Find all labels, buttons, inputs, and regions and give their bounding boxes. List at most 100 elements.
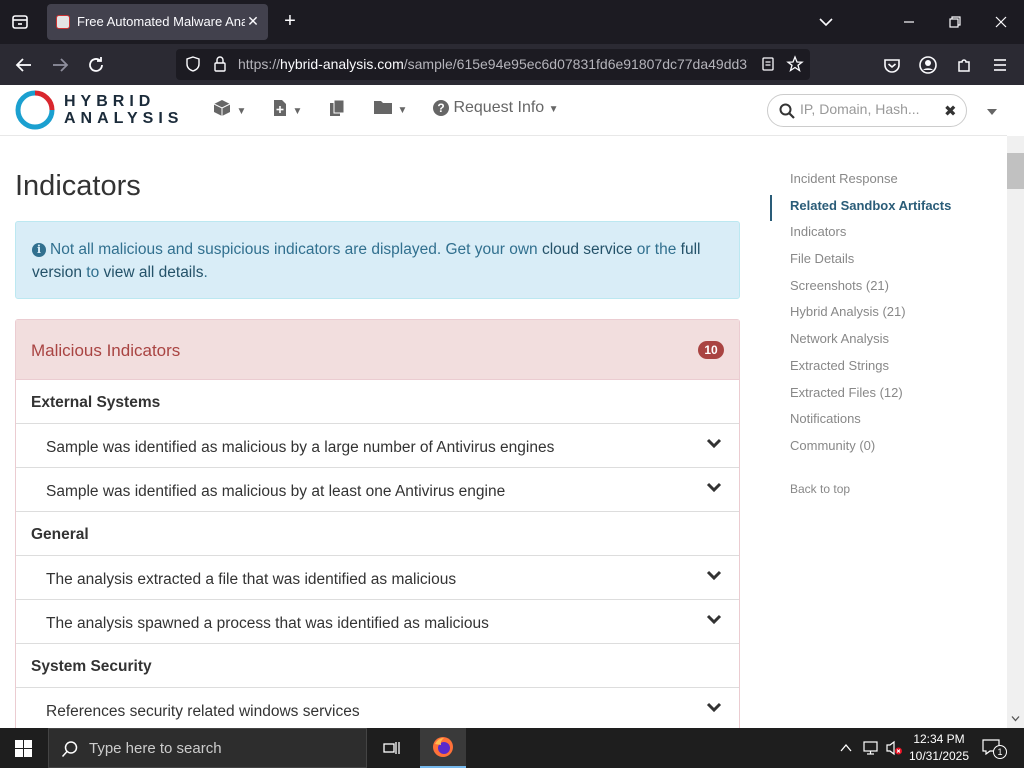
browser-tab-bar: Free Automated Malware Analy ✕ + bbox=[0, 0, 1024, 44]
hybrid-analysis-logo-icon[interactable] bbox=[15, 90, 55, 130]
firefox-icon bbox=[433, 737, 453, 757]
scroll-down-icon[interactable] bbox=[1011, 714, 1020, 723]
indicator-row[interactable]: The analysis spawned a process that was … bbox=[16, 600, 739, 644]
chevron-down-icon[interactable] bbox=[706, 435, 722, 451]
submit-file-menu[interactable]: ▼ bbox=[272, 99, 302, 119]
copy-report-button[interactable] bbox=[329, 99, 345, 119]
browser-tab-active[interactable]: Free Automated Malware Analy ✕ bbox=[47, 4, 268, 40]
lock-icon[interactable] bbox=[212, 55, 228, 73]
star-icon[interactable] bbox=[786, 55, 804, 73]
section-nav-item[interactable]: Community (0) bbox=[770, 435, 970, 462]
search-icon bbox=[779, 103, 795, 119]
section-nav-item[interactable]: Hybrid Analysis (21) bbox=[770, 301, 970, 328]
indicator-row[interactable]: Sample was identified as malicious by a … bbox=[16, 424, 739, 468]
taskbar-search-box[interactable]: Type here to search bbox=[48, 728, 367, 768]
logo-wordmark[interactable]: HYBRID ANALYSIS bbox=[64, 93, 183, 127]
request-info-menu[interactable]: ? Request Info ▼ bbox=[433, 99, 559, 117]
windows-start-icon[interactable] bbox=[15, 740, 32, 757]
info-alert: i Not all malicious and suspicious indica… bbox=[15, 221, 740, 299]
section-nav-item[interactable]: Incident Response bbox=[770, 168, 970, 195]
firefox-taskbar-button[interactable] bbox=[420, 728, 466, 768]
reader-icon[interactable] bbox=[760, 56, 776, 72]
cloud-service-link[interactable]: cloud service bbox=[542, 241, 632, 258]
forward-icon[interactable] bbox=[47, 52, 73, 78]
chevron-down-icon[interactable] bbox=[814, 10, 838, 34]
notification-count: 1 bbox=[993, 745, 1007, 759]
section-nav-item[interactable]: Screenshots (21) bbox=[770, 275, 970, 302]
site-header: HYBRID ANALYSIS ▼ ▼ ▼ ? Request Info ▼ I… bbox=[0, 85, 1007, 136]
menu-icon[interactable] bbox=[987, 52, 1013, 78]
search-input[interactable] bbox=[800, 101, 938, 117]
notification-center-button[interactable]: 1 bbox=[980, 736, 1008, 760]
chevron-down-icon[interactable] bbox=[706, 567, 722, 583]
section-nav: Incident Response Related Sandbox Artifa… bbox=[770, 168, 970, 496]
scrollbar-thumb[interactable] bbox=[1007, 153, 1024, 189]
page-title: Indicators bbox=[15, 170, 141, 202]
section-nav-item[interactable]: Extracted Files (12) bbox=[770, 382, 970, 409]
account-icon[interactable] bbox=[915, 52, 941, 78]
cube-icon bbox=[213, 100, 231, 116]
caret-down-icon: ▼ bbox=[292, 106, 303, 117]
new-tab-icon[interactable]: + bbox=[279, 10, 301, 32]
indicator-row[interactable]: References security related windows serv… bbox=[16, 688, 739, 728]
section-nav-item[interactable]: Indicators bbox=[770, 221, 970, 248]
chevron-up-icon[interactable] bbox=[839, 741, 853, 755]
indicator-row[interactable]: The analysis extracted a file that was i… bbox=[16, 556, 739, 600]
panel-title: Malicious Indicators bbox=[31, 341, 181, 360]
address-bar[interactable]: https://hybrid-analysis.com/sample/615e9… bbox=[176, 49, 810, 80]
request-info-label: Request Info bbox=[453, 99, 545, 116]
caret-down-icon: ▼ bbox=[236, 106, 247, 117]
shield-icon[interactable] bbox=[184, 55, 202, 73]
close-tab-icon[interactable]: ✕ bbox=[244, 12, 262, 30]
caret-down-icon: ▼ bbox=[397, 105, 408, 116]
minimize-icon[interactable] bbox=[897, 10, 921, 34]
section-nav-item[interactable]: Notifications bbox=[770, 408, 970, 435]
view-all-details-link[interactable]: view all details bbox=[104, 264, 204, 281]
favicon bbox=[56, 15, 70, 29]
tab-title: Free Automated Malware Analy bbox=[77, 14, 245, 29]
caret-down-icon: ▼ bbox=[548, 104, 559, 115]
volume-muted-icon[interactable] bbox=[885, 740, 903, 756]
url-text: https://hybrid-analysis.com/sample/615e9… bbox=[238, 56, 748, 72]
section-nav-item[interactable]: Extracted Strings bbox=[770, 355, 970, 382]
category-header: General bbox=[16, 512, 739, 556]
file-plus-icon bbox=[274, 100, 286, 116]
chevron-down-icon[interactable] bbox=[706, 479, 722, 495]
search-icon bbox=[61, 741, 78, 758]
chevron-down-icon[interactable] bbox=[706, 699, 722, 715]
browser-nav-bar: https://hybrid-analysis.com/sample/615e9… bbox=[0, 44, 1024, 85]
clear-search-icon[interactable]: ✖ bbox=[944, 102, 957, 120]
section-nav-item-active[interactable]: Related Sandbox Artifacts bbox=[770, 194, 970, 222]
count-badge: 10 bbox=[698, 341, 724, 359]
question-circle-icon: ? bbox=[433, 100, 449, 116]
close-window-icon[interactable] bbox=[989, 10, 1013, 34]
back-to-top-link[interactable]: Back to top bbox=[790, 482, 850, 496]
indicator-row[interactable]: Sample was identified as malicious by at… bbox=[16, 468, 739, 512]
search-box[interactable]: ✖ bbox=[767, 94, 967, 127]
reload-icon[interactable] bbox=[83, 52, 109, 78]
task-view-icon[interactable] bbox=[383, 739, 401, 757]
network-icon[interactable] bbox=[862, 740, 880, 756]
folder-icon bbox=[374, 101, 392, 114]
sandbox-menu[interactable]: ▼ bbox=[212, 99, 246, 119]
caret-down-icon[interactable] bbox=[986, 108, 998, 116]
section-nav-item[interactable]: Network Analysis bbox=[770, 328, 970, 355]
system-clock[interactable]: 12:34 PM 10/31/2025 bbox=[905, 731, 973, 765]
os-taskbar: Type here to search 12:34 PM 10/31/2025 … bbox=[0, 728, 1024, 768]
back-icon[interactable] bbox=[11, 52, 37, 78]
section-nav-item[interactable]: File Details bbox=[770, 248, 970, 275]
category-header: System Security bbox=[16, 644, 739, 688]
category-header: External Systems bbox=[16, 380, 739, 424]
taskbar-search-placeholder: Type here to search bbox=[89, 740, 222, 757]
maximize-icon[interactable] bbox=[943, 10, 967, 34]
folder-menu[interactable]: ▼ bbox=[373, 99, 407, 118]
tab-list-icon[interactable] bbox=[8, 10, 32, 34]
pocket-icon[interactable] bbox=[879, 52, 905, 78]
panel-heading: Malicious Indicators 10 bbox=[16, 320, 739, 380]
chevron-down-icon[interactable] bbox=[706, 611, 722, 627]
page-scrollbar[interactable] bbox=[1007, 136, 1024, 728]
copy-icon bbox=[330, 99, 345, 116]
extensions-icon[interactable] bbox=[951, 52, 977, 78]
info-icon: i bbox=[32, 243, 46, 257]
malicious-indicators-panel: Malicious Indicators 10 External Systems… bbox=[15, 319, 740, 728]
